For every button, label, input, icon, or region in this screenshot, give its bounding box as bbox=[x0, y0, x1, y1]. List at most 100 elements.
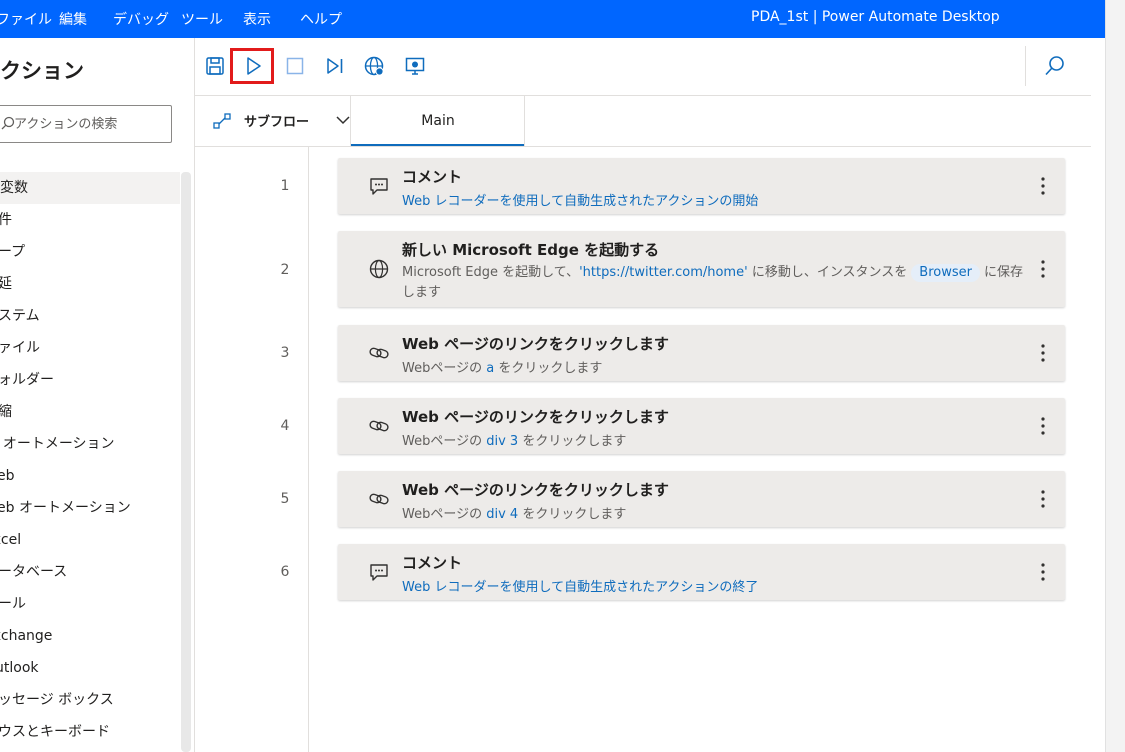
category-item[interactable]: メール bbox=[0, 588, 180, 620]
action-description: Webページの a をクリックします bbox=[402, 357, 602, 376]
description-text: Webページの bbox=[402, 434, 483, 449]
category-item[interactable]: システム bbox=[0, 300, 180, 332]
more-options-icon[interactable] bbox=[1035, 175, 1051, 197]
action-title: 新しい Microsoft Edge を起動する bbox=[402, 241, 660, 259]
more-options-icon[interactable] bbox=[1035, 488, 1051, 510]
search-icon bbox=[1045, 56, 1064, 76]
web-recorder-button[interactable] bbox=[363, 55, 385, 77]
save-button[interactable] bbox=[204, 55, 226, 77]
window-title: PDA_1st | Power Automate Desktop bbox=[751, 9, 1000, 25]
ui-element-value: div 3 bbox=[486, 434, 519, 449]
link-icon bbox=[369, 493, 389, 505]
description-text: Microsoft Edge を起動して、 bbox=[402, 265, 580, 280]
category-item[interactable]: Web オートメーション bbox=[0, 492, 180, 524]
description-text: に保存 bbox=[983, 265, 1023, 280]
action-card-launch-edge[interactable]: 新しい Microsoft Edge を起動する Microsoft Edge … bbox=[338, 231, 1065, 307]
comment-icon bbox=[370, 564, 388, 581]
stop-icon bbox=[286, 57, 304, 75]
action-card-click-link[interactable]: Web ページのリンクをクリックします Webページの div 4 をクリックし… bbox=[338, 471, 1065, 527]
description-text: をクリックします bbox=[522, 507, 627, 522]
category-scrollbar[interactable] bbox=[181, 172, 191, 752]
action-search-box[interactable] bbox=[0, 105, 172, 143]
menu-help[interactable]: ヘルプ bbox=[300, 9, 342, 29]
action-description: Web レコーダーを使用して自動生成されたアクションの終了 bbox=[402, 580, 759, 595]
variable-badge: Browser bbox=[911, 264, 980, 282]
category-item[interactable]: Exchange bbox=[0, 620, 180, 652]
ui-element-value: div 4 bbox=[486, 507, 519, 522]
ui-element-value: a bbox=[486, 361, 495, 376]
menu-view[interactable]: 表示 bbox=[243, 9, 271, 29]
line-number: 3 bbox=[280, 345, 290, 361]
menu-bar: ファイル 編集 デバッグ ツール 表示 ヘルプ PDA_1st | Power … bbox=[0, 0, 1105, 38]
action-description: Microsoft Edge を起動して、'https://twitter.co… bbox=[402, 263, 1030, 303]
category-list: 変数 条件 ループ 遅延 システム ファイル フォルダー 圧縮 UI オートメー… bbox=[0, 172, 180, 748]
flow-search-button[interactable] bbox=[1043, 54, 1067, 78]
desktop-record-icon bbox=[405, 57, 425, 75]
category-item[interactable]: 変数 bbox=[0, 172, 180, 204]
globe-record-icon bbox=[364, 56, 384, 76]
subflow-label: サブフロー bbox=[244, 115, 310, 130]
line-number-gutter-divider bbox=[308, 147, 309, 752]
description-text: をクリックします bbox=[522, 434, 627, 449]
action-title: コメント bbox=[402, 168, 463, 186]
category-item[interactable]: マウスとキーボード bbox=[0, 716, 180, 748]
category-item[interactable]: UI オートメーション bbox=[0, 428, 180, 460]
menu-edit[interactable]: 編集 bbox=[59, 9, 87, 29]
comment-icon bbox=[370, 178, 388, 195]
tab-separator bbox=[524, 96, 525, 146]
url-value: 'https://twitter.com/home' bbox=[579, 265, 748, 280]
line-number: 4 bbox=[280, 418, 290, 434]
designer-toolbar bbox=[195, 38, 1091, 96]
action-description: Web レコーダーを使用して自動生成されたアクションの開始 bbox=[402, 194, 759, 209]
run-next-action-button[interactable] bbox=[324, 55, 346, 77]
category-item[interactable]: ループ bbox=[0, 236, 180, 268]
link-icon bbox=[369, 347, 389, 359]
action-card-click-link[interactable]: Web ページのリンクをクリックします Webページの div 3 をクリックし… bbox=[338, 398, 1065, 454]
category-item[interactable]: メッセージ ボックス bbox=[0, 684, 180, 716]
action-description: Webページの div 3 をクリックします bbox=[402, 430, 626, 449]
menu-tools[interactable]: ツール bbox=[181, 9, 223, 29]
description-text: Webページの bbox=[402, 507, 483, 522]
action-card-comment[interactable]: コメント Web レコーダーを使用して自動生成されたアクションの終了 bbox=[338, 544, 1065, 600]
action-card-click-link[interactable]: Web ページのリンクをクリックします Webページの a をクリックします bbox=[338, 325, 1065, 381]
category-item[interactable]: 条件 bbox=[0, 204, 180, 236]
desktop-recorder-button[interactable] bbox=[404, 55, 426, 77]
line-number: 1 bbox=[280, 178, 290, 194]
globe-icon bbox=[369, 259, 389, 279]
run-button-highlight bbox=[230, 48, 274, 84]
more-options-icon[interactable] bbox=[1035, 415, 1051, 437]
line-number: 2 bbox=[280, 262, 290, 278]
more-options-icon[interactable] bbox=[1035, 561, 1051, 583]
menu-debug[interactable]: デバッグ bbox=[113, 9, 169, 29]
more-options-icon[interactable] bbox=[1035, 258, 1051, 280]
save-icon bbox=[206, 57, 224, 75]
category-item[interactable]: フォルダー bbox=[0, 364, 180, 396]
category-item[interactable]: 圧縮 bbox=[0, 396, 180, 428]
action-search-input[interactable] bbox=[14, 114, 164, 134]
more-options-icon[interactable] bbox=[1035, 342, 1051, 364]
category-item[interactable]: ファイル bbox=[0, 332, 180, 364]
actions-panel: アクション 変数 条件 ループ 遅延 システム ファイル フォルダー 圧縮 UI… bbox=[0, 38, 195, 752]
action-title: Web ページのリンクをクリックします bbox=[402, 408, 669, 426]
category-item[interactable]: Excel bbox=[0, 524, 180, 556]
action-card-comment[interactable]: コメント Web レコーダーを使用して自動生成されたアクションの開始 bbox=[338, 158, 1065, 214]
category-item[interactable]: データベース bbox=[0, 556, 180, 588]
stop-button[interactable] bbox=[284, 55, 306, 77]
menu-file[interactable]: ファイル bbox=[0, 9, 52, 29]
link-icon bbox=[369, 420, 389, 432]
window-edge bbox=[1105, 0, 1125, 752]
description-text: をクリックします bbox=[498, 361, 603, 376]
tab-main-label: Main bbox=[421, 113, 455, 129]
tab-main[interactable]: Main bbox=[351, 96, 525, 146]
chevron-down-icon bbox=[336, 116, 350, 125]
description-text: に移動し、インスタンスを bbox=[751, 265, 908, 280]
description-text: Webページの bbox=[402, 361, 483, 376]
subflow-icon bbox=[213, 113, 231, 129]
category-item[interactable]: Outlook bbox=[0, 652, 180, 684]
action-title: Web ページのリンクをクリックします bbox=[402, 335, 669, 353]
tab-active-indicator bbox=[351, 144, 525, 146]
category-item[interactable]: Web bbox=[0, 460, 180, 492]
action-description: Webページの div 4 をクリックします bbox=[402, 503, 626, 522]
category-item[interactable]: 遅延 bbox=[0, 268, 180, 300]
subflow-tab-bar: サブフロー Main bbox=[195, 96, 1091, 147]
